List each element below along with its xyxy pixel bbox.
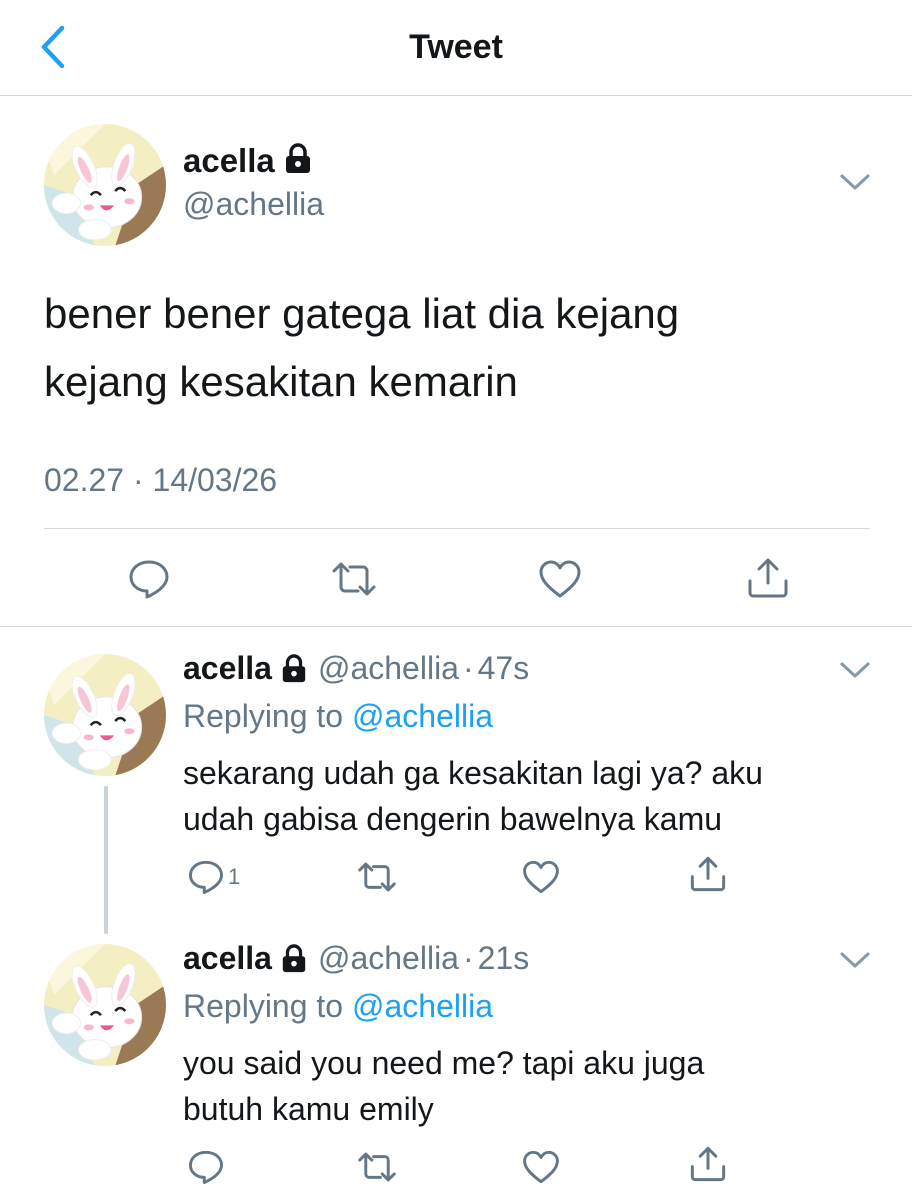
reply-text-line: you said you need me? tapi aku juga — [183, 1045, 705, 1081]
avatar[interactable] — [44, 654, 166, 776]
reply-icon[interactable] — [186, 1148, 226, 1186]
reply-header: acella @achellia · 21s — [183, 940, 529, 977]
reply-text-line: butuh kamu emily — [183, 1091, 434, 1127]
author-name-row: acella — [183, 142, 313, 180]
replying-label: Replying to — [183, 988, 344, 1024]
reply-header: acella @achellia · 47s — [183, 650, 529, 687]
heart-icon[interactable] — [520, 858, 562, 896]
reply-text: sekarang udah ga kesakitan lagi ya? aku … — [183, 750, 883, 842]
reply-time[interactable]: 21s — [478, 940, 530, 977]
reply-count: 1 — [228, 864, 241, 889]
tweet-timestamp[interactable]: 02.27 · 14/03/26 — [44, 462, 277, 499]
replying-label: Replying to — [183, 698, 344, 734]
heart-icon[interactable] — [520, 1148, 562, 1186]
reply-text: you said you need me? tapi aku juga butu… — [183, 1040, 883, 1132]
separator: · — [462, 940, 474, 976]
tweet-text-line: kejang kesakitan kemarin — [44, 358, 518, 405]
author-name[interactable]: acella — [183, 650, 272, 687]
header-divider — [0, 95, 912, 96]
replying-to: Replying to @achellia — [183, 988, 493, 1025]
chevron-down-icon[interactable] — [838, 658, 872, 687]
author-handle[interactable]: @achellia — [183, 186, 324, 223]
lock-icon — [283, 142, 313, 180]
share-icon[interactable] — [688, 854, 728, 894]
top-bar: Tweet — [0, 0, 912, 96]
reply-text-line: udah gabisa dengerin bawelnya kamu — [183, 801, 723, 837]
thread-connector — [104, 786, 108, 934]
tweet-detail-screen: Tweet acella @achellia bener bener gateg… — [0, 0, 912, 1200]
replying-to-link[interactable]: @achellia — [352, 988, 493, 1024]
page-title: Tweet — [409, 28, 503, 66]
divider — [0, 626, 912, 627]
author-name[interactable]: acella — [183, 142, 275, 180]
retweet-icon[interactable] — [328, 557, 380, 601]
retweet-icon[interactable] — [354, 1148, 400, 1186]
replying-to: Replying to @achellia — [183, 698, 493, 735]
author-handle[interactable]: @achellia — [318, 940, 459, 977]
lock-icon — [280, 943, 308, 974]
avatar[interactable] — [44, 124, 166, 246]
reply-text-line: sekarang udah ga kesakitan lagi ya? aku — [183, 755, 763, 791]
divider — [44, 528, 870, 529]
chevron-down-icon[interactable] — [838, 948, 872, 977]
separator: · — [462, 650, 474, 686]
avatar[interactable] — [44, 944, 166, 1066]
tweet-text: bener bener gatega liat dia kejang kejan… — [44, 280, 874, 416]
share-icon[interactable] — [745, 555, 791, 601]
lock-icon — [280, 653, 308, 684]
author-handle[interactable]: @achellia — [318, 650, 459, 687]
reply-time[interactable]: 47s — [478, 650, 530, 687]
chevron-down-icon[interactable] — [838, 170, 872, 199]
retweet-icon[interactable] — [354, 858, 400, 896]
tweet-text-line: bener bener gatega liat dia kejang — [44, 290, 680, 337]
share-icon[interactable] — [688, 1144, 728, 1184]
replying-to-link[interactable]: @achellia — [352, 698, 493, 734]
reply-icon[interactable] — [126, 557, 172, 601]
author-name[interactable]: acella — [183, 940, 272, 977]
reply-icon[interactable]: 1 — [186, 858, 240, 896]
heart-icon[interactable] — [536, 557, 584, 601]
